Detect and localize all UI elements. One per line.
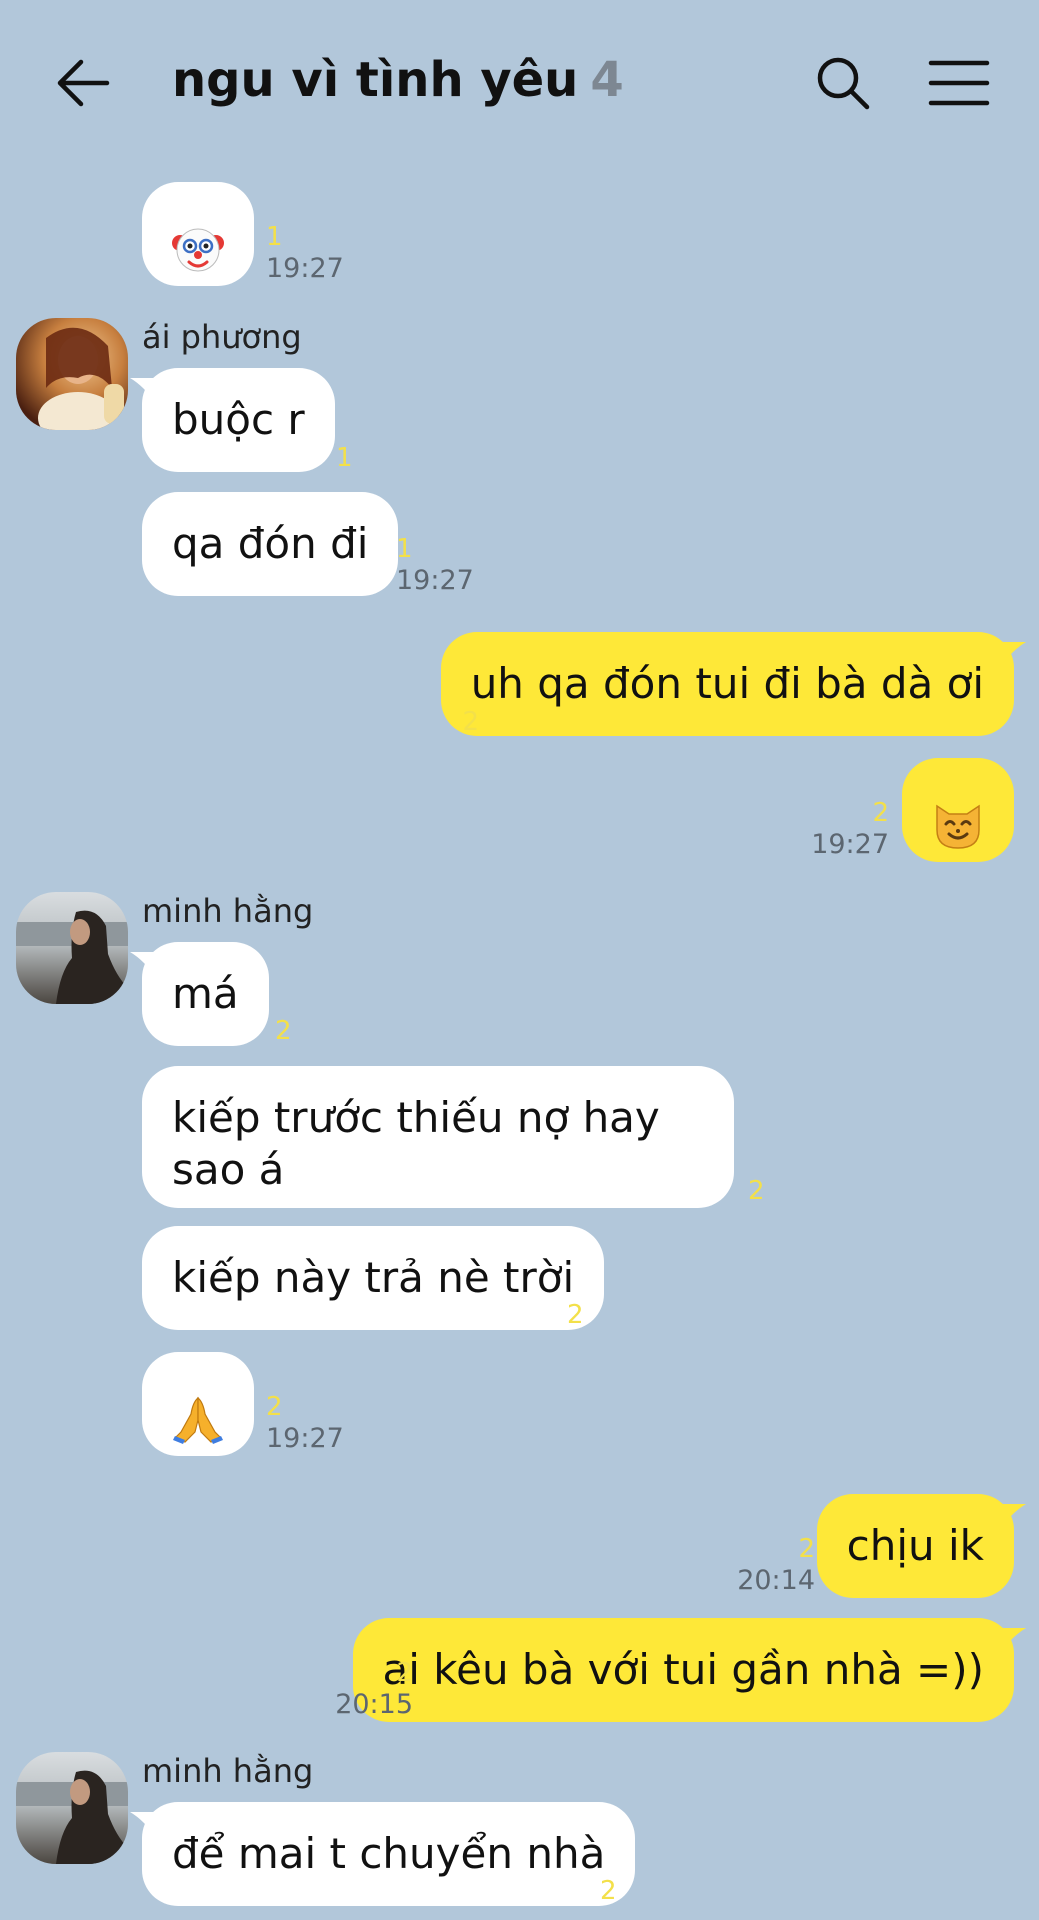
hamburger-menu-icon[interactable] — [928, 58, 990, 108]
message-meta: 2 20:15 — [335, 1658, 413, 1722]
message-bubble[interactable]: qa đón đi — [142, 492, 399, 596]
message-bubble-outgoing[interactable]: uh qa đón tui đi bà dà ơi — [440, 632, 1026, 736]
message-bubble-emoji[interactable] — [142, 1352, 254, 1456]
message-bubble[interactable]: má — [130, 942, 269, 1046]
unread-count: 1 — [266, 222, 283, 252]
message-text: kiếp này trả nè trời — [172, 1253, 575, 1302]
avatar-image — [16, 1770, 128, 1864]
bubble-tail — [130, 1812, 158, 1840]
message-time: 19:27 — [266, 253, 344, 284]
message-text: để mai t chuyển nhà — [172, 1829, 606, 1878]
search-icon[interactable] — [815, 55, 871, 111]
chat-title: ngu vì tình yêu 4 — [172, 52, 624, 108]
unread-count: 2 — [872, 798, 889, 828]
message-meta: 1 19:27 — [266, 222, 344, 286]
message-bubble-emoji-outgoing[interactable] — [902, 758, 1014, 862]
message-time: 20:14 — [737, 1565, 815, 1596]
unread-count: 1 — [336, 443, 353, 473]
message-bubble[interactable]: kiếp trước thiếu nợ hay sao á — [142, 1066, 734, 1208]
message-meta: 2 — [567, 1300, 584, 1330]
unread-count: 2 — [266, 1392, 283, 1422]
unread-count: 2 — [748, 1176, 765, 1206]
avatar-image — [38, 327, 124, 430]
unread-count: 2 — [600, 1876, 617, 1906]
unread-count: 1 — [396, 534, 413, 564]
message-meta: 1 19:27 — [396, 534, 474, 598]
chat-header: ngu vì tình yêu 4 — [0, 0, 1039, 170]
message-bubble-emoji[interactable] — [142, 182, 254, 286]
message-text: qa đón đi — [172, 519, 369, 568]
message-bubble[interactable]: kiếp này trả nè trời — [142, 1226, 605, 1330]
message-bubble[interactable]: để mai t chuyển nhà — [130, 1802, 636, 1906]
bubble-tail — [130, 952, 158, 980]
message-text: ai kêu bà với tui gần nhà =)) — [382, 1645, 984, 1694]
message-meta: 2 — [462, 707, 479, 737]
avatar-image — [16, 910, 128, 1004]
message-text: chịu ik — [846, 1521, 984, 1570]
message-time: 19:27 — [811, 829, 889, 860]
message-text: kiếp trước thiếu nợ hay sao á — [172, 1093, 660, 1194]
unread-count: 2 — [567, 1300, 584, 1330]
message-time: 20:15 — [335, 1689, 413, 1720]
message-meta: 2 — [275, 1016, 292, 1046]
message-text: uh qa đón tui đi bà dà ơi — [470, 659, 984, 708]
message-bubble-outgoing[interactable]: chịu ik — [816, 1494, 1026, 1598]
chat-room-name: ngu vì tình yêu — [172, 52, 579, 108]
bubble-tail — [998, 1628, 1026, 1656]
folded-hands-icon — [173, 1396, 223, 1444]
message-bubble-outgoing[interactable]: ai kêu bà với tui gần nhà =)) — [352, 1618, 1026, 1722]
unread-count: 2 — [798, 1534, 815, 1564]
sender-name: ái phương — [142, 318, 302, 356]
avatar[interactable] — [16, 892, 128, 1004]
bubble-tail — [130, 378, 158, 406]
back-arrow-icon[interactable] — [55, 58, 111, 108]
clown-face-icon — [172, 228, 224, 272]
message-meta: 2 — [600, 1876, 617, 1906]
unread-count: 2 — [462, 707, 479, 737]
message-meta: 2 19:27 — [811, 798, 889, 862]
message-meta: 2 — [748, 1176, 765, 1206]
message-time: 19:27 — [396, 565, 474, 596]
unread-count: 2 — [275, 1016, 292, 1046]
message-meta: 2 19:27 — [266, 1392, 344, 1456]
smiling-cat-icon — [936, 804, 980, 849]
avatar[interactable] — [16, 1752, 128, 1864]
member-count: 4 — [590, 52, 624, 108]
sender-name: minh hằng — [142, 892, 314, 930]
message-text: má — [172, 969, 239, 1018]
message-time: 19:27 — [266, 1423, 344, 1454]
avatar[interactable] — [16, 318, 128, 430]
message-meta: 2 20:14 — [737, 1534, 815, 1598]
message-text: buộc r — [172, 395, 305, 444]
bubble-tail — [998, 1504, 1026, 1532]
sender-name: minh hằng — [142, 1752, 314, 1790]
bubble-tail — [998, 642, 1026, 670]
chat-screen: ngu vì tình yêu 4 1 19:27 ái phương buộc… — [0, 0, 1039, 1920]
message-bubble[interactable]: buộc r — [130, 368, 335, 472]
message-meta: 1 — [336, 443, 353, 473]
unread-count: 2 — [396, 1658, 413, 1688]
